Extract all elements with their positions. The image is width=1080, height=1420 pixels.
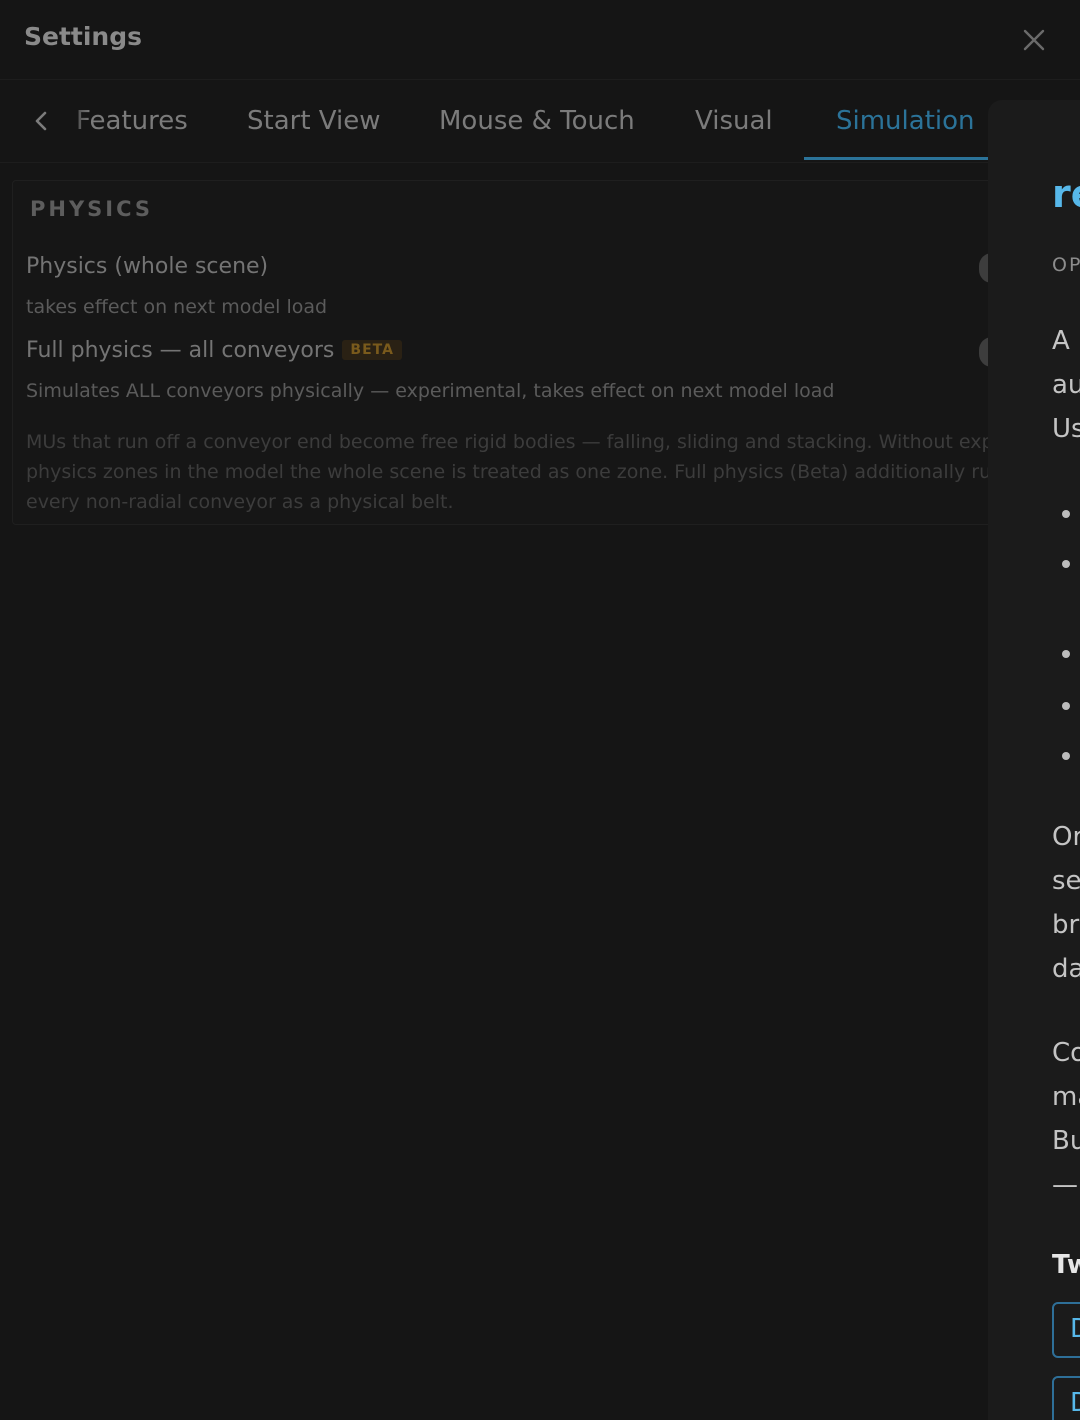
close-icon[interactable]: [1020, 26, 1048, 54]
physics-whole-scene-hint: takes effect on next model load: [26, 296, 328, 318]
active-tab-indicator: [804, 157, 990, 160]
drawer-heading: Tw: [1052, 1250, 1080, 1280]
full-physics-hint: Simulates ALL conveyors physically — exp…: [26, 380, 835, 402]
drawer-text: Us: [1052, 414, 1080, 444]
description-line: MUs that run off a conveyor end become f…: [26, 431, 999, 453]
bullet: [1062, 702, 1070, 710]
drawer-text: —: [1052, 1170, 1078, 1200]
tab-simulation[interactable]: Simulation: [836, 106, 975, 136]
drawer-text: Bu: [1052, 1126, 1080, 1156]
tab-mouse-touch[interactable]: Mouse & Touch: [439, 106, 635, 136]
help-drawer: re OP A au Us Or se bro da Co ma Bu — Tw…: [988, 100, 1080, 1420]
description-line: every non-radial conveyor as a physical …: [26, 491, 454, 513]
tab-visual[interactable]: Visual: [695, 106, 773, 136]
drawer-text: au: [1052, 370, 1080, 400]
drawer-button[interactable]: D: [1052, 1302, 1080, 1358]
chevron-left-icon[interactable]: [30, 109, 52, 133]
drawer-meta: OP: [1052, 254, 1080, 276]
bullet: [1062, 560, 1070, 568]
section-title: PHYSICS: [30, 197, 154, 221]
drawer-title: re: [1052, 172, 1080, 216]
drawer-text: ma: [1052, 1082, 1080, 1112]
drawer-button[interactable]: D: [1052, 1376, 1080, 1420]
description-line: physics zones in the model the whole sce…: [26, 461, 1004, 483]
drawer-text: Co: [1052, 1038, 1080, 1068]
tab-start-view[interactable]: Start View: [247, 106, 380, 136]
drawer-text: se: [1052, 866, 1080, 896]
bullet: [1062, 752, 1070, 760]
physics-section: PHYSICS Physics (whole scene) takes effe…: [12, 180, 1012, 525]
drawer-text: da: [1052, 954, 1080, 984]
page-title: Settings: [24, 22, 143, 51]
bullet: [1062, 650, 1070, 658]
full-physics-row: Full physics — all conveyors BETA: [26, 338, 402, 363]
tab-scroll-fade: [60, 81, 90, 161]
beta-badge: BETA: [342, 340, 402, 360]
full-physics-label: Full physics — all conveyors: [26, 338, 335, 363]
settings-header: Settings: [0, 0, 1080, 80]
settings-tabs: Features Start View Mouse & Touch Visual…: [0, 81, 1080, 163]
physics-description: MUs that run off a conveyor end become f…: [26, 427, 1004, 517]
physics-whole-scene-label: Physics (whole scene): [26, 254, 269, 279]
drawer-text: A: [1052, 326, 1070, 356]
tab-features[interactable]: Features: [76, 106, 188, 136]
drawer-text: Or: [1052, 822, 1080, 852]
bullet: [1062, 510, 1070, 518]
drawer-text: bro: [1052, 910, 1080, 940]
